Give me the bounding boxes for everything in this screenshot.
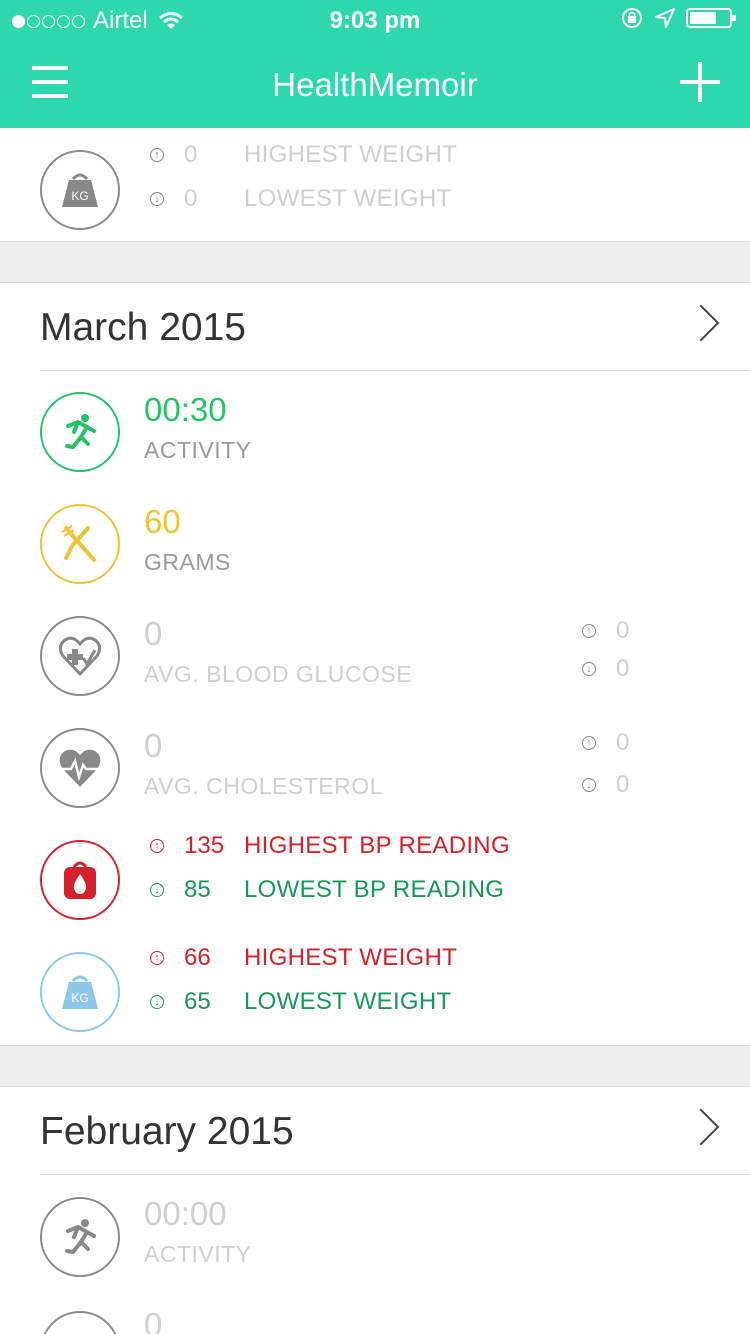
blood-pressure-icon bbox=[40, 840, 120, 920]
battery-icon bbox=[686, 8, 736, 28]
arrow-down-icon: ↓ bbox=[150, 883, 164, 897]
cholesterol-low: ↓ 0 bbox=[582, 771, 629, 799]
chevron-right-icon[interactable] bbox=[682, 304, 720, 342]
glucose-high-value: 0 bbox=[616, 617, 630, 644]
heart-plus-icon bbox=[40, 616, 120, 696]
weight-kg-label: KG bbox=[71, 189, 88, 203]
lowest-weight-label: LOWEST WEIGHT bbox=[244, 988, 452, 1015]
highest-weight-line: ↑ 66 HIGHEST WEIGHT bbox=[150, 944, 457, 971]
top-weight-row[interactable]: KG ↑ 0 HIGHEST WEIGHT ↓ 0 LOWEST WEIGHT bbox=[0, 128, 750, 240]
arrow-down-icon: ↓ bbox=[582, 778, 596, 792]
running-person-icon bbox=[40, 392, 120, 472]
month-title: February 2015 bbox=[40, 1110, 294, 1153]
status-bar: Airtel 9:03 pm bbox=[0, 0, 750, 40]
lowest-bp-line: ↓ 85 LOWEST BP READING bbox=[150, 876, 504, 903]
lowest-weight-line: ↓ 65 LOWEST WEIGHT bbox=[150, 988, 451, 1015]
weight-kg-label: KG bbox=[71, 991, 88, 1005]
cholesterol-high-value: 0 bbox=[616, 729, 630, 756]
blood-glucose-row[interactable]: 0 AVG. BLOOD GLUCOSE ↑ 0 ↓ 0 bbox=[0, 595, 750, 707]
glucose-high: ↑ 0 bbox=[582, 617, 629, 645]
diet-row[interactable]: 60 GRAMS bbox=[0, 483, 750, 595]
highest-bp-value: 135 bbox=[184, 832, 225, 859]
highest-weight-label: HIGHEST WEIGHT bbox=[244, 944, 458, 971]
arrow-down-icon: ↓ bbox=[150, 995, 164, 1009]
activity-value: 00:30 bbox=[144, 391, 227, 428]
navigation-bar: HealthMemoir bbox=[0, 40, 750, 128]
highest-bp-label: HIGHEST BP READING bbox=[244, 832, 510, 859]
glucose-label: AVG. BLOOD GLUCOSE bbox=[144, 661, 413, 687]
month-title: March 2015 bbox=[40, 306, 246, 349]
lowest-bp-value: 85 bbox=[184, 876, 211, 903]
fork-knife-icon bbox=[40, 504, 120, 584]
arrow-down-icon: ↓ bbox=[582, 662, 596, 676]
highest-weight-value: 66 bbox=[184, 944, 211, 971]
glucose-value: 0 bbox=[144, 615, 163, 652]
running-person-icon bbox=[40, 1197, 120, 1277]
diet-value: 0 bbox=[144, 1306, 163, 1334]
highest-weight-line: ↑ 0 HIGHEST WEIGHT bbox=[150, 141, 457, 168]
activity-row[interactable]: 00:30 ACTIVITY bbox=[0, 371, 750, 483]
diet-value: 60 bbox=[144, 503, 181, 540]
lowest-weight-line: ↓ 0 LOWEST WEIGHT bbox=[150, 185, 451, 212]
location-arrow-icon bbox=[655, 8, 675, 28]
heart-pulse-icon bbox=[40, 728, 120, 808]
cholesterol-high: ↑ 0 bbox=[582, 729, 629, 757]
arrow-down-icon: ↓ bbox=[150, 192, 164, 206]
diet-label: GRAMS bbox=[144, 549, 231, 575]
arrow-up-icon: ↑ bbox=[582, 736, 596, 750]
lowest-weight-value: 0 bbox=[184, 185, 198, 212]
weight-row[interactable]: KG ↑ 66 HIGHEST WEIGHT ↓ 65 LOWEST WEIGH… bbox=[0, 931, 750, 1043]
lowest-weight-label: LOWEST WEIGHT bbox=[244, 185, 452, 212]
status-icons bbox=[620, 6, 738, 30]
cholesterol-row[interactable]: 0 AVG. CHOLESTEROL ↑ 0 ↓ 0 bbox=[0, 707, 750, 819]
weight-icon: KG bbox=[40, 150, 120, 230]
activity-row[interactable]: 00:00 ACTIVITY bbox=[0, 1175, 750, 1287]
month-header-february[interactable]: February 2015 bbox=[40, 1088, 750, 1175]
activity-label: ACTIVITY bbox=[144, 437, 252, 463]
highest-weight-value: 0 bbox=[184, 141, 198, 168]
arrow-up-icon: ↑ bbox=[150, 839, 164, 853]
arrow-up-icon: ↑ bbox=[150, 951, 164, 965]
add-entry-button[interactable] bbox=[680, 62, 720, 102]
lowest-weight-value: 65 bbox=[184, 988, 211, 1015]
glucose-low: ↓ 0 bbox=[582, 655, 629, 683]
activity-value: 00:00 bbox=[144, 1195, 227, 1232]
fork-knife-icon bbox=[40, 1311, 120, 1334]
rotation-lock-icon bbox=[622, 8, 642, 28]
cholesterol-value: 0 bbox=[144, 727, 163, 764]
highest-weight-label: HIGHEST WEIGHT bbox=[244, 141, 458, 168]
month-header-march[interactable]: March 2015 bbox=[40, 284, 750, 371]
weight-icon: KG bbox=[40, 952, 120, 1032]
blood-pressure-row[interactable]: ↑ 135 HIGHEST BP READING ↓ 85 LOWEST BP … bbox=[0, 819, 750, 931]
activity-label: ACTIVITY bbox=[144, 1241, 252, 1267]
arrow-up-icon: ↑ bbox=[582, 624, 596, 638]
lowest-bp-label: LOWEST BP READING bbox=[244, 876, 505, 903]
diet-row[interactable]: 0 bbox=[0, 1290, 750, 1334]
section-divider bbox=[0, 241, 750, 283]
section-divider bbox=[0, 1045, 750, 1087]
app-title: HealthMemoir bbox=[272, 66, 478, 103]
app-header: Airtel 9:03 pm HealthMemoir bbox=[0, 0, 750, 128]
chevron-right-icon[interactable] bbox=[682, 1108, 720, 1146]
highest-bp-line: ↑ 135 HIGHEST BP READING bbox=[150, 832, 510, 859]
cholesterol-label: AVG. CHOLESTEROL bbox=[144, 773, 383, 799]
cholesterol-low-value: 0 bbox=[616, 771, 630, 798]
arrow-up-icon: ↑ bbox=[150, 148, 164, 162]
glucose-low-value: 0 bbox=[616, 655, 630, 682]
